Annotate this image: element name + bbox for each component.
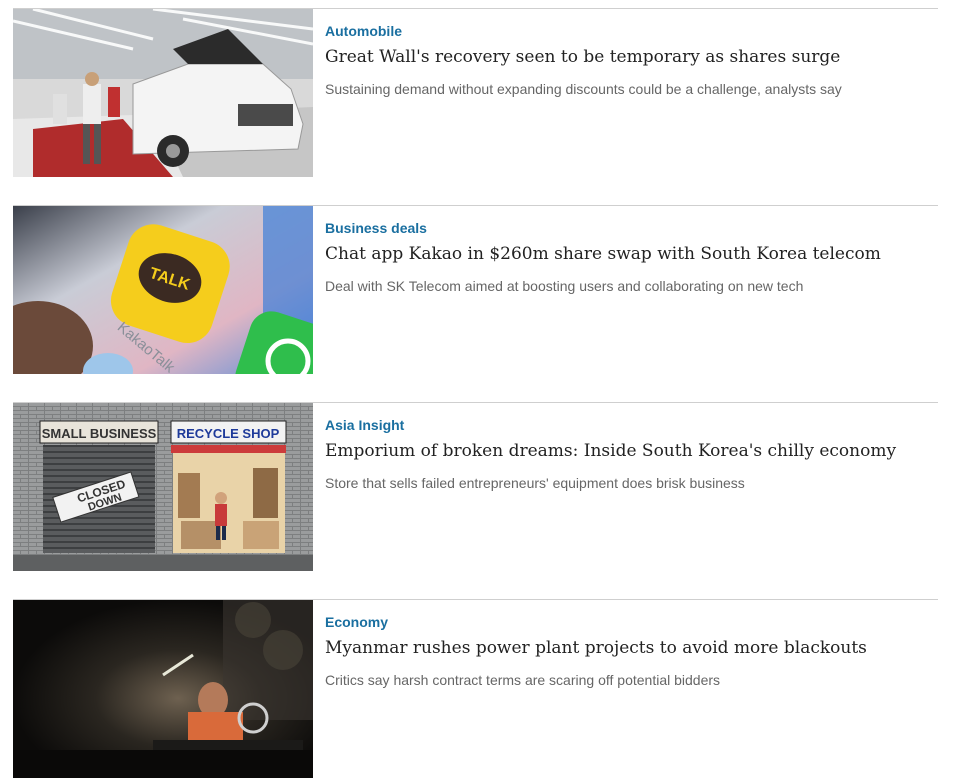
storefront-illustration-image: SMALL BUSINESS CLOSED DOWN RECYCLE SHOP — [13, 403, 313, 571]
article-thumbnail[interactable]: SMALL BUSINESS CLOSED DOWN RECYCLE SHOP — [13, 403, 313, 571]
article-feed: Automobile Great Wall's recovery seen to… — [0, 0, 956, 778]
article-meta: Asia Insight Emporium of broken dreams: … — [325, 417, 938, 492]
article-summary: Critics say harsh contract terms are sca… — [325, 672, 721, 688]
article-summary: Store that sells failed entrepreneurs' e… — [325, 475, 745, 491]
article-thumbnail[interactable] — [13, 9, 313, 177]
article-summary: Sustaining demand without expanding disc… — [325, 81, 842, 97]
article-headline-link[interactable]: Great Wall's recovery seen to be tempora… — [325, 46, 938, 68]
article-meta: Automobile Great Wall's recovery seen to… — [325, 23, 938, 98]
article-item: Economy Myanmar rushes power plant proje… — [13, 599, 938, 778]
article-meta: Business deals Chat app Kakao in $260m s… — [325, 220, 938, 295]
article-category-link[interactable]: Automobile — [325, 23, 938, 40]
car-factory-image — [13, 9, 313, 177]
article-headline-link[interactable]: Myanmar rushes power plant projects to a… — [325, 637, 938, 659]
article-thumbnail[interactable]: TALK KakaoTalk — [13, 206, 313, 374]
article-category-link[interactable]: Business deals — [325, 220, 938, 237]
article-item: TALK KakaoTalk Business deals Chat app K… — [13, 205, 938, 374]
article-headline-link[interactable]: Emporium of broken dreams: Inside South … — [325, 440, 938, 462]
article-category-link[interactable]: Asia Insight — [325, 417, 938, 434]
recycle-shop-sign-text: RECYCLE SHOP — [177, 426, 280, 441]
article-summary: Deal with SK Telecom aimed at boosting u… — [325, 278, 804, 294]
article-headline-link[interactable]: Chat app Kakao in $260m share swap with … — [325, 243, 938, 265]
article-thumbnail[interactable] — [13, 600, 313, 778]
kakaotalk-image: TALK KakaoTalk — [13, 206, 313, 374]
article-item: Automobile Great Wall's recovery seen to… — [13, 8, 938, 177]
small-business-sign-text: SMALL BUSINESS — [42, 426, 157, 441]
article-category-link[interactable]: Economy — [325, 614, 938, 631]
article-item: SMALL BUSINESS CLOSED DOWN RECYCLE SHOP — [13, 402, 938, 571]
dark-workshop-image — [13, 600, 313, 778]
article-meta: Economy Myanmar rushes power plant proje… — [325, 614, 938, 689]
